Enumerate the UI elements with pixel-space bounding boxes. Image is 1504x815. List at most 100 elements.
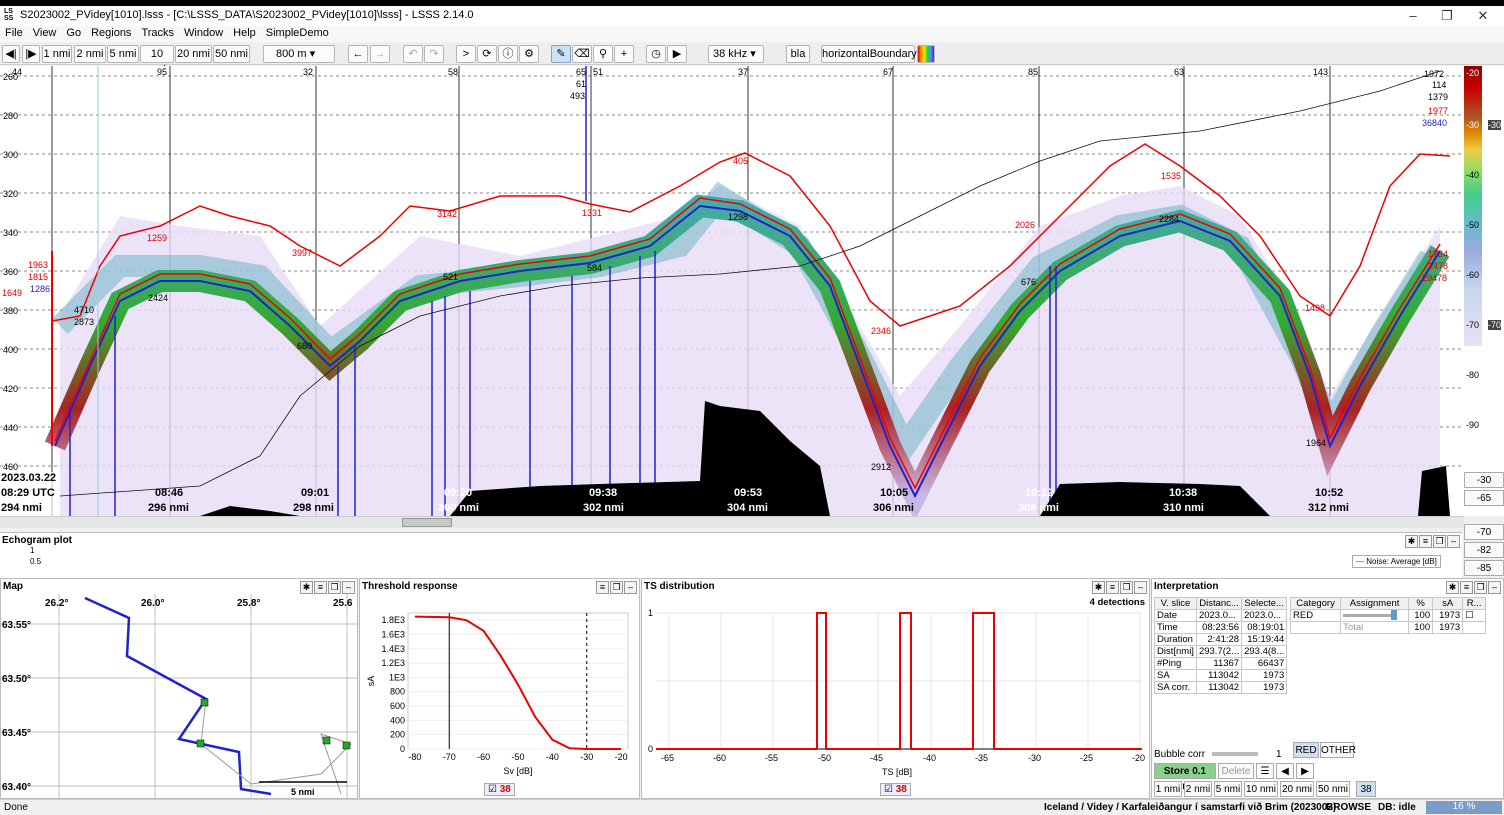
panel-title: Interpretation	[1154, 581, 1219, 592]
menu-go[interactable]: Go	[61, 26, 86, 40]
cb-marker[interactable]: -30	[1488, 120, 1502, 130]
dist-button[interactable]: 10 nmi	[1244, 781, 1278, 797]
cb-button[interactable]: -85	[1464, 560, 1504, 576]
bla-button[interactable]: bla	[786, 45, 810, 63]
float-icon[interactable]: ❐	[1474, 581, 1487, 594]
map-scale: 5 nmi	[291, 787, 315, 797]
undo-icon[interactable]: ↶	[403, 45, 423, 63]
dist-50nmi-button[interactable]: 50 nmi	[213, 45, 250, 63]
checkbox[interactable]: ☐	[1462, 609, 1486, 622]
menu-view[interactable]: View	[28, 26, 62, 40]
maximize-button[interactable]: ❐	[1432, 8, 1462, 24]
menu-simpledemo[interactable]: SimpleDemo	[261, 26, 334, 40]
color-scale[interactable]: -20 -30 -40 -50 -60 -70 -80 -90 -30 -70 …	[1464, 66, 1504, 516]
map-panel[interactable]: Map ✱ ≡ ❐ – 26.2° 26.0° 25.8° 25.6 63.55° 6…	[0, 578, 358, 799]
cb-button[interactable]: -30	[1464, 472, 1504, 488]
palette-icon[interactable]	[917, 45, 935, 63]
clock-icon[interactable]: ◷	[646, 45, 666, 63]
category-other-button[interactable]: OTHER	[1320, 742, 1356, 758]
float-icon[interactable]: ❐	[328, 581, 341, 594]
annotation: 1649	[2, 288, 22, 298]
boundary-button[interactable]: horizontalBoundary	[821, 45, 917, 63]
redo-icon[interactable]: ↷	[424, 45, 444, 63]
cb-button[interactable]: -65	[1464, 490, 1504, 506]
minimize-icon[interactable]: –	[342, 581, 355, 594]
cb-marker[interactable]: -70	[1488, 320, 1502, 330]
dist-button[interactable]: 5 nmi	[1214, 781, 1242, 797]
step-back-icon[interactable]: ◀|	[2, 45, 20, 63]
close-button[interactable]: ✕	[1468, 8, 1498, 24]
menu-window[interactable]: Window	[179, 26, 228, 40]
menu-help[interactable]: Help	[228, 26, 261, 40]
ts-checkbox[interactable]: ☑ 38	[880, 783, 911, 796]
asterisk-icon[interactable]: ✱	[300, 581, 313, 594]
annotation: 493	[570, 91, 585, 101]
cell: 1973	[1432, 609, 1464, 622]
menu-icon[interactable]: ≡	[1460, 581, 1473, 594]
menu-regions[interactable]: Regions	[86, 26, 136, 40]
minimize-button[interactable]: –	[1398, 8, 1428, 23]
step-forward-icon[interactable]: |▶	[22, 45, 40, 63]
plus-icon[interactable]: +	[614, 45, 634, 63]
freq-button[interactable]: 38	[1356, 781, 1376, 797]
table-row[interactable]: RED 100 1973 ☐	[1289, 609, 1486, 622]
dist-button[interactable]: 50 nmi	[1316, 781, 1350, 797]
x-tick-label: -50	[511, 752, 524, 762]
annotation: 1972	[1424, 69, 1444, 79]
forward-arrow-icon[interactable]: →	[370, 45, 390, 63]
annotation: 1259	[147, 233, 167, 243]
play-icon[interactable]: ▶	[667, 45, 687, 63]
dist-2nmi-button[interactable]: 2 nmi	[74, 45, 106, 63]
panel-title: Map	[3, 581, 23, 592]
assignment-slider[interactable]	[1340, 609, 1410, 622]
cb-button[interactable]: -82	[1464, 542, 1504, 558]
echogram-scrollbar[interactable]	[0, 516, 1464, 528]
map-lon: 26.0°	[141, 598, 164, 609]
minimize-icon[interactable]: –	[1447, 535, 1460, 548]
dist-1nmi-button[interactable]: 1 nmi	[42, 45, 72, 63]
dist-5nmi-button[interactable]: 5 nmi	[107, 45, 139, 63]
annotation: 1535	[1161, 171, 1181, 181]
prev-icon[interactable]: ◀	[1276, 763, 1294, 779]
next-icon[interactable]: ▶	[1296, 763, 1314, 779]
echogram[interactable]: 260 280 300 320 340 360 380 400 420 440 …	[0, 66, 1464, 516]
dist-label: 304 nmi	[727, 502, 768, 514]
bubble-slider[interactable]	[1212, 752, 1258, 756]
dist-button[interactable]: 2 nmi	[1184, 781, 1212, 797]
annotation: 1734	[1428, 249, 1448, 259]
float-icon[interactable]: ❐	[1433, 535, 1446, 548]
eraser-icon[interactable]: ⌫	[572, 45, 592, 63]
dist-button[interactable]: 1 nmi	[1154, 781, 1182, 797]
annotation: 676	[1021, 277, 1036, 287]
refresh-icon[interactable]: ⟳	[477, 45, 497, 63]
menu-icon[interactable]: ≡	[314, 581, 327, 594]
menu-file[interactable]: File	[0, 26, 28, 40]
cb-button[interactable]: -70	[1464, 524, 1504, 540]
list-icon[interactable]: ☰	[1256, 763, 1274, 779]
menu-tracks[interactable]: Tracks	[136, 26, 179, 40]
status-bar: Done Iceland / Videy / Karfaleiðangur í …	[0, 799, 1504, 815]
ts-xtick: -60	[713, 753, 726, 763]
dist-button[interactable]: 20 nmi	[1280, 781, 1314, 797]
delete-button[interactable]: Delete	[1218, 763, 1254, 779]
top-number: 37	[738, 67, 748, 77]
time-label: 08:46	[155, 487, 183, 499]
range-select[interactable]: 800 m ▾	[263, 45, 335, 63]
dist-20nmi-button[interactable]: 20 nmi	[175, 45, 212, 63]
category-red-button[interactable]: RED	[1293, 742, 1319, 758]
play-forward-icon[interactable]: >	[456, 45, 476, 63]
dist-10nmi-button[interactable]: 10 nmi	[140, 45, 174, 76]
zoom-icon[interactable]: ⚲	[593, 45, 613, 63]
asterisk-icon[interactable]: ✱	[1405, 535, 1418, 548]
minimize-icon[interactable]: –	[1488, 581, 1501, 594]
store-button[interactable]: Store 0.1 nmi	[1154, 763, 1216, 792]
info-icon[interactable]: ⓘ	[498, 45, 518, 63]
threshold-checkbox[interactable]: ☑ 38	[484, 783, 515, 796]
scrollbar-thumb[interactable]	[402, 518, 452, 527]
frequency-select[interactable]: 38 kHz ▾	[708, 45, 764, 63]
asterisk-icon[interactable]: ✱	[1446, 581, 1459, 594]
pencil-icon[interactable]: ✎	[551, 45, 571, 63]
back-arrow-icon[interactable]: ←	[348, 45, 368, 63]
gear-icon[interactable]: ⚙	[519, 45, 539, 63]
menu-icon[interactable]: ≡	[1419, 535, 1432, 548]
